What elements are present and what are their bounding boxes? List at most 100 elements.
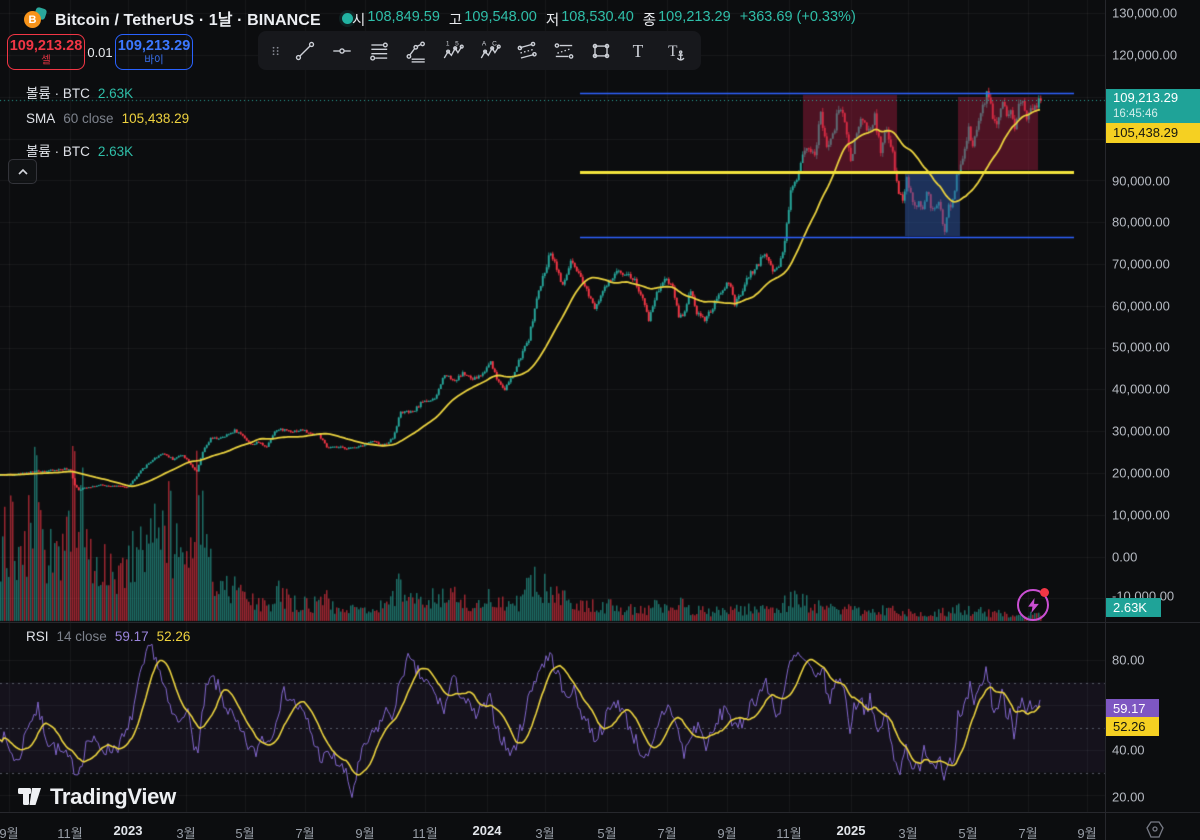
elliott-impulse-wave-icon[interactable]: 15	[436, 35, 470, 66]
time-axis-label: 2025	[837, 823, 866, 838]
anchored-text-icon[interactable]: T	[658, 35, 692, 66]
tradingview-chart-window: B Bitcoin / TetherUS · 1날 · BINANCE 시108…	[0, 0, 1200, 840]
time-axis-label: 2024	[473, 823, 502, 838]
volume2-legend-value: 2.63K	[98, 144, 133, 159]
rsi-legend-value: 59.17	[115, 629, 149, 644]
fib-retracement-icon[interactable]	[362, 35, 396, 66]
buy-price: 109,213.29	[118, 39, 191, 54]
horizontal-line-icon[interactable]	[325, 35, 359, 66]
svg-text:A: A	[482, 40, 487, 47]
time-axis-label: 11월	[57, 823, 82, 840]
sma-legend-name: SMA	[26, 111, 55, 126]
parallel-channel-icon[interactable]	[510, 35, 544, 66]
volume-legend-value: 2.63K	[98, 86, 133, 101]
drawing-toolbar: 15AC T T	[258, 31, 701, 70]
rsi-value-badge: 59.17	[1106, 699, 1159, 718]
price-axis-label: 120,000.00	[1112, 48, 1177, 63]
open-label: 시	[352, 9, 365, 30]
text-icon[interactable]: T	[621, 35, 655, 66]
rsi-legend-row[interactable]: RSI 14 close 59.17 52.26	[26, 629, 190, 644]
volume-badge: 2.63K	[1106, 598, 1161, 617]
time-axis-label: 3월	[176, 823, 195, 840]
close-label: 종	[643, 9, 656, 30]
high-label: 고	[449, 9, 462, 30]
sell-price: 109,213.28	[10, 39, 83, 54]
close-value: 109,213.29	[658, 9, 731, 30]
rectangle-icon[interactable]	[584, 35, 618, 66]
last-price-badge: 109,213.29 16:45:46	[1106, 89, 1200, 123]
bitcoin-logo-icon: B	[24, 8, 46, 28]
chart-canvas[interactable]	[0, 0, 1200, 840]
volume2-legend-name: 볼륨 · BTC	[26, 140, 90, 160]
tradingview-logo-text: TradingView	[50, 784, 176, 810]
symbol-title[interactable]: Bitcoin / TetherUS · 1날 · BINANCE	[55, 6, 321, 30]
buy-label: 바이	[144, 54, 163, 66]
low-label: 저	[546, 9, 559, 30]
high-value: 109,548.00	[464, 9, 537, 30]
price-axis-label: 10,000.00	[1112, 508, 1170, 523]
price-axis-label: 20,000.00	[1112, 466, 1170, 481]
volume-legend-name: 볼륨 · BTC	[26, 82, 90, 102]
spread-value: 0.01	[85, 45, 115, 60]
price-axis-label: 40,000.00	[1112, 382, 1170, 397]
price-axis-label: 80,000.00	[1112, 215, 1170, 230]
legend-volume-row[interactable]: 볼륨 · BTC 2.63K	[26, 82, 133, 102]
time-axis-label: 9월	[1077, 823, 1096, 840]
price-tag-icon[interactable]	[1144, 820, 1166, 840]
time-axis-label: 7월	[657, 823, 676, 840]
legend-collapse-button[interactable]	[8, 159, 37, 184]
price-axis-label: 70,000.00	[1112, 257, 1170, 272]
chevron-up-icon	[16, 165, 30, 179]
time-axis-label: 3월	[898, 823, 917, 840]
rsi-ma-value-badge: 52.26	[1106, 717, 1159, 736]
rsi-axis-label: 80.00	[1112, 653, 1145, 668]
price-axis-label: 60,000.00	[1112, 299, 1170, 314]
price-axis-label: 90,000.00	[1112, 174, 1170, 189]
change-value: +363.69 (+0.33%)	[740, 9, 856, 30]
buy-button[interactable]: 109,213.29 바이	[115, 34, 193, 70]
tradingview-logo[interactable]: TradingView	[16, 783, 176, 810]
time-axis-label: 5월	[235, 823, 254, 840]
disjoint-channel-icon[interactable]	[547, 35, 581, 66]
time-axis-label: 9월	[355, 823, 374, 840]
countdown-timer: 16:45:46	[1113, 106, 1200, 122]
sma-legend-params: 60 close	[63, 111, 113, 126]
rsi-ma-legend-value: 52.26	[157, 629, 191, 644]
time-axis-label: 5월	[597, 823, 616, 840]
trend-based-fib-icon[interactable]	[399, 35, 433, 66]
elliott-correction-wave-icon[interactable]: AC	[473, 35, 507, 66]
rsi-axis-label: 40.00	[1112, 743, 1145, 758]
time-axis-label: 11월	[776, 823, 801, 840]
notification-dot	[1040, 588, 1049, 597]
time-axis-label: 3월	[535, 823, 554, 840]
price-axis-label: 50,000.00	[1112, 340, 1170, 355]
price-axis-label: 30,000.00	[1112, 424, 1170, 439]
open-value: 108,849.59	[367, 9, 440, 30]
low-value: 108,530.40	[561, 9, 634, 30]
sma-legend-value: 105,438.29	[122, 111, 190, 126]
last-price-value: 109,213.29	[1113, 90, 1200, 106]
time-axis-label: 11월	[412, 823, 437, 840]
sma-price-badge: 105,438.29	[1106, 123, 1200, 143]
tradingview-mark-icon	[16, 783, 43, 810]
price-axis-label: 130,000.00	[1112, 6, 1177, 21]
svg-text:T: T	[633, 41, 644, 61]
time-axis-label: 5월	[958, 823, 977, 840]
time-axis-label: 9월	[0, 823, 19, 840]
svg-text:1: 1	[446, 40, 450, 47]
pane-separator[interactable]	[0, 622, 1200, 623]
rsi-legend-name: RSI	[26, 629, 49, 644]
lightning-icon	[1027, 598, 1040, 613]
legend-volume2-row[interactable]: 볼륨 · BTC 2.63K	[26, 140, 133, 160]
flash-trade-button[interactable]	[1017, 589, 1049, 621]
trend-line-icon[interactable]	[288, 35, 322, 66]
price-axis-label: 0.00	[1112, 550, 1137, 565]
time-axis-label: 2023	[114, 823, 143, 838]
legend-sma-row[interactable]: SMA 60 close 105,438.29	[26, 111, 189, 126]
time-axis-separator	[0, 812, 1200, 813]
sell-label: 셀	[41, 54, 51, 66]
sell-button[interactable]: 109,213.28 셀	[7, 34, 85, 70]
svg-text:T: T	[668, 42, 678, 59]
rsi-axis-label: 20.00	[1112, 790, 1145, 805]
drag-handle-icon[interactable]	[267, 35, 285, 66]
